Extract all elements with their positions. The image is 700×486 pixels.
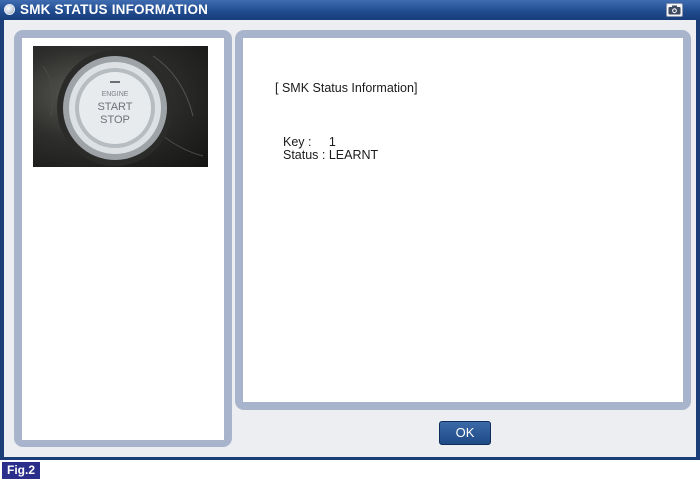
image-panel-inner: ENGINE START STOP (22, 38, 224, 440)
photo-text-engine: ENGINE (102, 91, 129, 98)
image-panel: ENGINE START STOP (14, 30, 232, 447)
figure-label: Fig.2 (2, 462, 40, 479)
status-line: Status : LEARNT (283, 148, 379, 162)
title-bar: SMK STATUS INFORMATION (0, 0, 700, 20)
status-panel-inner: [ SMK Status Information] Key : 1 Status… (243, 38, 683, 402)
status-lines: Key : 1 Status : LEARNT (283, 136, 378, 162)
window-title: SMK STATUS INFORMATION (20, 2, 209, 17)
window-body: ENGINE START STOP [ SMK Status Informati… (4, 20, 696, 457)
ok-button[interactable]: OK (439, 421, 491, 445)
photo-text-start: START (97, 101, 132, 113)
camera-icon[interactable] (666, 3, 683, 17)
status-header: [ SMK Status Information] (275, 81, 418, 95)
engine-start-stop-photo: ENGINE START STOP (33, 46, 208, 167)
window-dot-icon (4, 4, 15, 15)
photo-text-stop: STOP (100, 114, 130, 126)
status-panel: [ SMK Status Information] Key : 1 Status… (235, 30, 691, 410)
smk-status-window: SMK STATUS INFORMATION ENGINE START STOP… (0, 0, 700, 460)
